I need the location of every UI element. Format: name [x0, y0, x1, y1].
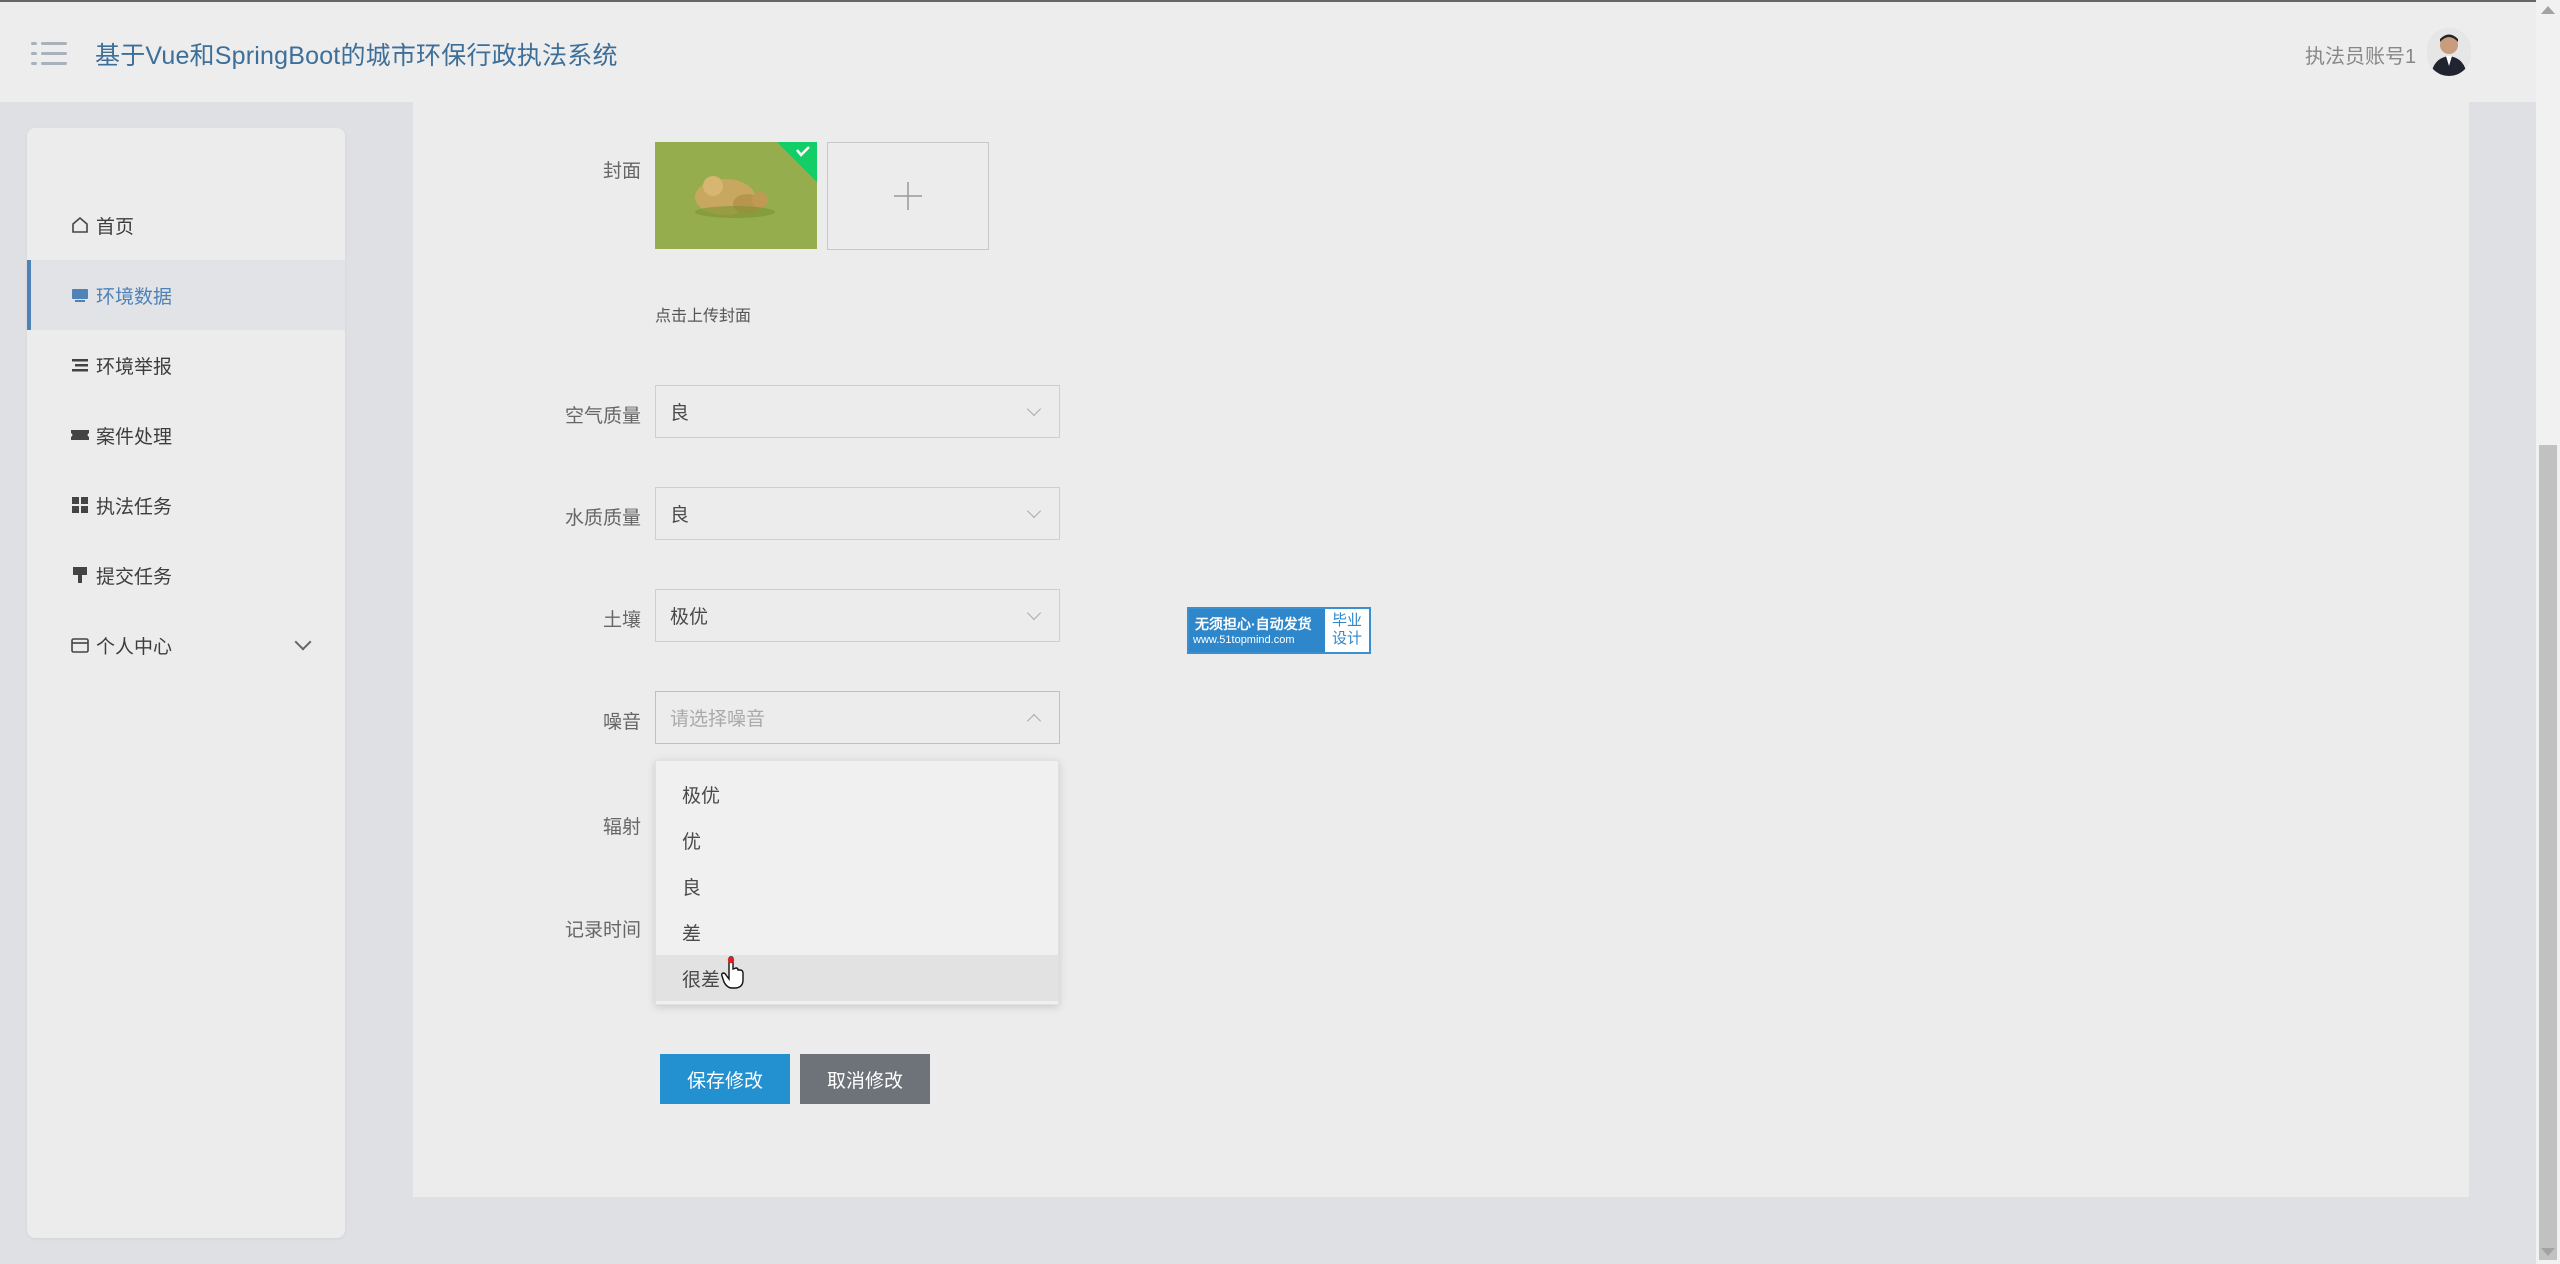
noise-placeholder: 请选择噪音	[670, 709, 766, 730]
water-quality-value: 良	[670, 505, 690, 526]
cancel-button[interactable]: 取消修改	[800, 1054, 930, 1104]
app-title: 基于Vue和SpringBoot的城市环保行政执法系统	[95, 42, 618, 70]
grid-icon	[70, 495, 90, 515]
main-panel	[413, 102, 2469, 1197]
soil-select[interactable]: 极优	[655, 589, 1060, 642]
scroll-up-icon[interactable]	[2541, 6, 2555, 14]
sidebar-item-home[interactable]: 首页	[27, 190, 345, 260]
sidebar-item-label: 首页	[96, 216, 135, 238]
list-icon	[70, 355, 90, 375]
sidebar-item-enforcement-task[interactable]: 执法任务	[27, 470, 345, 540]
noise-select[interactable]: 请选择噪音	[655, 691, 1060, 744]
air-quality-label: 空气质量	[564, 406, 641, 427]
sidebar-item-label: 环境举报	[96, 356, 173, 378]
menu-toggle-icon[interactable]	[31, 40, 67, 68]
wallet-icon	[70, 635, 90, 655]
sidebar-item-environment-report[interactable]: 环境举报	[27, 330, 345, 400]
sidebar-item-submit-task[interactable]: 提交任务	[27, 540, 345, 610]
ticket-icon	[70, 425, 90, 445]
monitor-icon	[70, 285, 90, 305]
chevron-down-icon	[1026, 605, 1042, 621]
noise-label: 噪音	[602, 712, 641, 733]
scroll-down-icon[interactable]	[2541, 1248, 2555, 1256]
watermark-line2: www.51topmind.com	[1193, 634, 1295, 646]
water-quality-select[interactable]: 良	[655, 487, 1060, 540]
save-button[interactable]: 保存修改	[660, 1054, 790, 1104]
chevron-down-icon	[1026, 401, 1042, 417]
avatar[interactable]	[2427, 28, 2471, 76]
cover-label: 封面	[602, 161, 641, 182]
water-quality-label: 水质质量	[564, 508, 641, 529]
sidebar-item-label: 个人中心	[96, 636, 173, 658]
noise-dropdown: 极优 优 良 差 很差	[655, 760, 1059, 1005]
dropdown-option[interactable]: 很差	[656, 955, 1058, 1001]
sidebar: 首页 环境数据 环境举报 案件处理 执法任务 提交任务 个人中心	[27, 128, 345, 1238]
dropdown-option[interactable]: 极优	[656, 771, 1058, 817]
sidebar-item-label: 环境数据	[96, 286, 173, 308]
air-quality-select[interactable]: 良	[655, 385, 1060, 438]
brush-icon	[70, 565, 90, 585]
dropdown-option[interactable]: 良	[656, 863, 1058, 909]
sidebar-item-label: 案件处理	[96, 426, 173, 448]
upload-cover-button[interactable]	[827, 142, 989, 250]
soil-value: 极优	[670, 607, 709, 628]
watermark-badge: 无须担心·自动发货 www.51topmind.com 毕业设计	[1187, 607, 1371, 654]
sidebar-item-environment-data[interactable]: 环境数据	[27, 260, 345, 330]
pointer-hand-icon	[720, 956, 744, 989]
top-header: 基于Vue和SpringBoot的城市环保行政执法系统 执法员账号1	[0, 0, 2536, 102]
sidebar-item-label: 提交任务	[96, 566, 173, 588]
watermark-line1: 无须担心·自动发货	[1195, 616, 1312, 632]
radiation-label: 辐射	[602, 817, 641, 838]
sidebar-item-label: 执法任务	[96, 496, 173, 518]
chevron-down-icon	[1026, 503, 1042, 519]
user-name[interactable]: 执法员账号1	[2305, 40, 2416, 69]
watermark-right: 毕业设计	[1331, 612, 1362, 647]
dropdown-option[interactable]: 差	[656, 909, 1058, 955]
chevron-down-icon	[294, 633, 312, 651]
sidebar-item-personal-center[interactable]: 个人中心	[27, 610, 345, 680]
cover-hint: 点击上传封面	[655, 308, 752, 325]
scrollbar-thumb[interactable]	[2539, 445, 2557, 1260]
air-quality-value: 良	[670, 403, 690, 424]
plus-icon	[894, 182, 922, 210]
home-icon	[70, 215, 90, 235]
chevron-up-icon	[1026, 713, 1042, 729]
soil-label: 土壤	[602, 610, 641, 631]
dropdown-option[interactable]: 优	[656, 817, 1058, 863]
cover-image[interactable]	[655, 142, 817, 249]
sidebar-item-case-handling[interactable]: 案件处理	[27, 400, 345, 470]
record-time-label: 记录时间	[564, 920, 641, 941]
